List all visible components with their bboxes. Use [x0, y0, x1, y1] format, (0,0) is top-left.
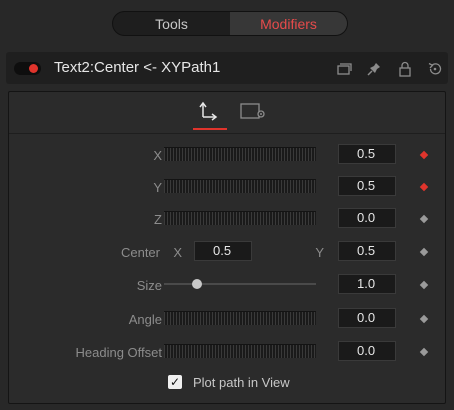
y-slider[interactable] — [164, 179, 316, 193]
size-slider-track — [164, 283, 316, 285]
tool-title: Text2:Center <- XYPath1 — [54, 59, 221, 76]
center-x-field[interactable]: 0.5 — [194, 241, 252, 261]
heading-offset-slider[interactable] — [164, 344, 316, 358]
y-label: Y — [153, 180, 162, 195]
size-slider-thumb[interactable] — [192, 279, 203, 289]
z-value-field[interactable]: 0.0 — [338, 208, 396, 228]
tab-tools[interactable]: Tools — [113, 12, 230, 35]
y-value-field[interactable]: 0.5 — [338, 176, 396, 196]
plot-path-label: Plot path in View — [193, 375, 290, 390]
angle-label: Angle — [128, 312, 162, 327]
size-value-field[interactable]: 1.0 — [338, 274, 396, 294]
size-label: Size — [136, 278, 162, 293]
x-value-field[interactable]: 0.5 — [338, 144, 396, 164]
plot-path-checkbox[interactable]: ✓ — [168, 375, 182, 389]
angle-slider[interactable] — [164, 311, 316, 325]
pin-icon[interactable] — [366, 61, 382, 77]
window-icon[interactable] — [336, 61, 352, 77]
z-label: Z — [154, 212, 162, 227]
controls-tab-icon[interactable] — [195, 98, 225, 124]
x-label: X — [153, 148, 162, 163]
reset-icon[interactable] — [427, 61, 443, 77]
heading-offset-label: Heading Offset — [75, 345, 162, 360]
z-slider[interactable] — [164, 211, 316, 225]
tab-modifiers[interactable]: Modifiers — [230, 12, 347, 35]
settings-tab-icon[interactable] — [239, 98, 269, 124]
lock-icon[interactable] — [397, 61, 413, 77]
angle-value-field[interactable]: 0.0 — [338, 308, 396, 328]
active-tab-indicator — [193, 128, 227, 130]
heading-offset-value-field[interactable]: 0.0 — [338, 341, 396, 361]
tab-switch: Tools Modifiers — [112, 11, 348, 36]
panel-tabs — [9, 92, 445, 132]
toggle-dot — [29, 64, 38, 73]
center-x-label: X — [173, 245, 182, 260]
center-y-field[interactable]: 0.5 — [338, 241, 396, 261]
panel-separator — [9, 133, 445, 134]
enable-toggle[interactable] — [14, 62, 41, 75]
center-label: Center — [120, 245, 160, 260]
x-slider[interactable] — [164, 147, 316, 161]
center-y-label: Y — [315, 245, 324, 260]
size-slider[interactable] — [164, 277, 316, 291]
tool-header: Text2:Center <- XYPath1 — [6, 52, 448, 84]
